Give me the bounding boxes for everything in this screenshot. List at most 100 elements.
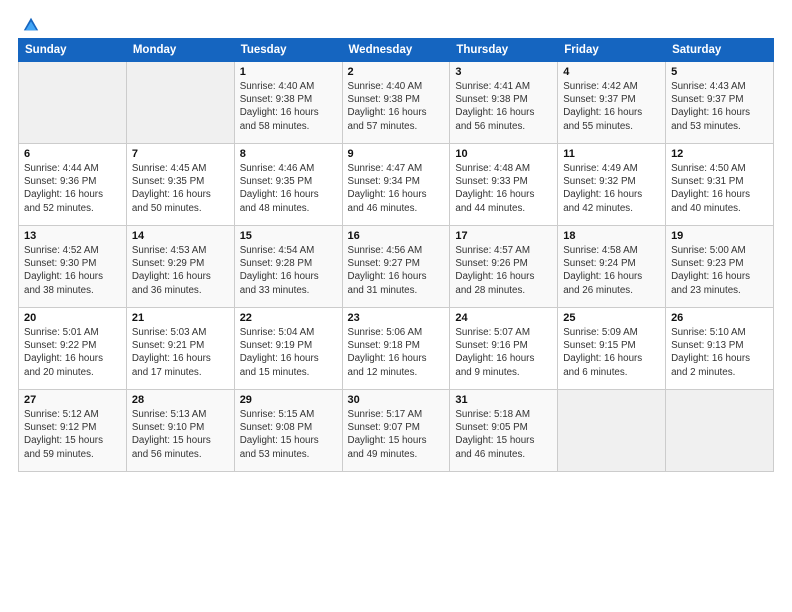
day-number: 8: [240, 148, 337, 160]
day-number: 27: [24, 394, 121, 406]
calendar-cell: 3 Sunrise: 4:41 AMSunset: 9:38 PMDaylight…: [450, 62, 558, 144]
day-number: 19: [671, 230, 768, 242]
calendar-cell: 18Sunrise: 4:58 AMSunset: 9:24 PMDayligh…: [558, 226, 666, 308]
day-detail: Sunrise: 5:15 AMSunset: 9:08 PMDaylight:…: [240, 408, 337, 461]
calendar-cell: 5Sunrise: 4:43 AMSunset: 9:37 PMDaylight…: [666, 62, 774, 144]
day-detail: Sunrise: 5:06 AMSunset: 9:18 PMDaylight:…: [348, 326, 445, 379]
page-header: [18, 16, 774, 30]
calendar-cell: 12Sunrise: 4:50 AMSunset: 9:31 PMDayligh…: [666, 144, 774, 226]
calendar-cell: 28 Sunrise: 5:13 AMSunset: 9:10 PMDayligh…: [126, 390, 234, 472]
day-detail: Sunrise: 4:48 AMSunset: 9:33 PMDaylight:…: [455, 162, 552, 215]
calendar-cell: 7 Sunrise: 4:45 AMSunset: 9:35 PMDaylight…: [126, 144, 234, 226]
day-detail: Sunrise: 4:57 AMSunset: 9:26 PMDaylight:…: [455, 244, 552, 297]
day-detail: Sunrise: 4:58 AMSunset: 9:24 PMDaylight:…: [563, 244, 660, 297]
day-number: 12: [671, 148, 768, 160]
calendar-cell: 1 Sunrise: 4:40 AMSunset: 9:38 PMDaylight…: [234, 62, 342, 144]
day-number: 28: [132, 394, 229, 406]
day-number: 14: [132, 230, 229, 242]
day-detail: Sunrise: 4:41 AMSunset: 9:38 PMDaylight:…: [455, 80, 552, 133]
day-detail: Sunrise: 5:00 AMSunset: 9:23 PMDaylight:…: [671, 244, 768, 297]
calendar-cell: [126, 62, 234, 144]
calendar-week-3: 13 Sunrise: 4:52 AMSunset: 9:30 PMDayligh…: [19, 226, 774, 308]
calendar-cell: 17Sunrise: 4:57 AMSunset: 9:26 PMDayligh…: [450, 226, 558, 308]
day-detail: Sunrise: 5:09 AMSunset: 9:15 PMDaylight:…: [563, 326, 660, 379]
day-header-wednesday: Wednesday: [342, 39, 450, 62]
day-header-saturday: Saturday: [666, 39, 774, 62]
calendar-week-1: 1 Sunrise: 4:40 AMSunset: 9:38 PMDaylight…: [19, 62, 774, 144]
day-number: 4: [563, 66, 660, 78]
day-detail: Sunrise: 4:40 AMSunset: 9:38 PMDaylight:…: [240, 80, 337, 133]
calendar-cell: 4Sunrise: 4:42 AMSunset: 9:37 PMDaylight…: [558, 62, 666, 144]
logo: [18, 16, 40, 30]
day-detail: Sunrise: 5:17 AMSunset: 9:07 PMDaylight:…: [348, 408, 445, 461]
day-number: 23: [348, 312, 445, 324]
calendar-cell: 29 Sunrise: 5:15 AMSunset: 9:08 PMDayligh…: [234, 390, 342, 472]
day-number: 31: [455, 394, 552, 406]
calendar-cell: 10 Sunrise: 4:48 AMSunset: 9:33 PMDayligh…: [450, 144, 558, 226]
day-detail: Sunrise: 4:52 AMSunset: 9:30 PMDaylight:…: [24, 244, 121, 297]
day-detail: Sunrise: 5:07 AMSunset: 9:16 PMDaylight:…: [455, 326, 552, 379]
day-detail: Sunrise: 5:18 AMSunset: 9:05 PMDaylight:…: [455, 408, 552, 461]
calendar-cell: 25 Sunrise: 5:09 AMSunset: 9:15 PMDayligh…: [558, 308, 666, 390]
day-detail: Sunrise: 4:49 AMSunset: 9:32 PMDaylight:…: [563, 162, 660, 215]
calendar-cell: 31 Sunrise: 5:18 AMSunset: 9:05 PMDayligh…: [450, 390, 558, 472]
calendar-cell: 13 Sunrise: 4:52 AMSunset: 9:30 PMDayligh…: [19, 226, 127, 308]
day-header-monday: Monday: [126, 39, 234, 62]
day-number: 2: [348, 66, 445, 78]
day-detail: Sunrise: 4:40 AMSunset: 9:38 PMDaylight:…: [348, 80, 445, 133]
day-detail: Sunrise: 5:04 AMSunset: 9:19 PMDaylight:…: [240, 326, 337, 379]
day-detail: Sunrise: 5:13 AMSunset: 9:10 PMDaylight:…: [132, 408, 229, 461]
day-detail: Sunrise: 4:54 AMSunset: 9:28 PMDaylight:…: [240, 244, 337, 297]
day-number: 20: [24, 312, 121, 324]
day-number: 29: [240, 394, 337, 406]
day-number: 13: [24, 230, 121, 242]
day-number: 30: [348, 394, 445, 406]
day-number: 9: [348, 148, 445, 160]
day-header-thursday: Thursday: [450, 39, 558, 62]
day-detail: Sunrise: 5:10 AMSunset: 9:13 PMDaylight:…: [671, 326, 768, 379]
day-number: 21: [132, 312, 229, 324]
day-header-friday: Friday: [558, 39, 666, 62]
day-number: 22: [240, 312, 337, 324]
day-detail: Sunrise: 4:56 AMSunset: 9:27 PMDaylight:…: [348, 244, 445, 297]
calendar-week-2: 6Sunrise: 4:44 AMSunset: 9:36 PMDaylight…: [19, 144, 774, 226]
day-number: 16: [348, 230, 445, 242]
calendar-cell: 19 Sunrise: 5:00 AMSunset: 9:23 PMDayligh…: [666, 226, 774, 308]
calendar-cell: 9 Sunrise: 4:47 AMSunset: 9:34 PMDaylight…: [342, 144, 450, 226]
calendar-cell: 16 Sunrise: 4:56 AMSunset: 9:27 PMDayligh…: [342, 226, 450, 308]
calendar-cell: [666, 390, 774, 472]
logo-icon: [22, 16, 40, 34]
day-number: 24: [455, 312, 552, 324]
day-detail: Sunrise: 4:46 AMSunset: 9:35 PMDaylight:…: [240, 162, 337, 215]
calendar-cell: 15 Sunrise: 4:54 AMSunset: 9:28 PMDayligh…: [234, 226, 342, 308]
day-detail: Sunrise: 4:53 AMSunset: 9:29 PMDaylight:…: [132, 244, 229, 297]
day-number: 10: [455, 148, 552, 160]
calendar-cell: 21 Sunrise: 5:03 AMSunset: 9:21 PMDayligh…: [126, 308, 234, 390]
calendar-cell: 11 Sunrise: 4:49 AMSunset: 9:32 PMDayligh…: [558, 144, 666, 226]
calendar-body: 1 Sunrise: 4:40 AMSunset: 9:38 PMDaylight…: [19, 62, 774, 472]
calendar-week-4: 20 Sunrise: 5:01 AMSunset: 9:22 PMDayligh…: [19, 308, 774, 390]
day-number: 7: [132, 148, 229, 160]
day-detail: Sunrise: 5:03 AMSunset: 9:21 PMDaylight:…: [132, 326, 229, 379]
day-detail: Sunrise: 5:01 AMSunset: 9:22 PMDaylight:…: [24, 326, 121, 379]
calendar-cell: 26 Sunrise: 5:10 AMSunset: 9:13 PMDayligh…: [666, 308, 774, 390]
calendar-cell: 27 Sunrise: 5:12 AMSunset: 9:12 PMDayligh…: [19, 390, 127, 472]
calendar-cell: 2 Sunrise: 4:40 AMSunset: 9:38 PMDaylight…: [342, 62, 450, 144]
day-header-tuesday: Tuesday: [234, 39, 342, 62]
calendar-cell: 24 Sunrise: 5:07 AMSunset: 9:16 PMDayligh…: [450, 308, 558, 390]
day-number: 3: [455, 66, 552, 78]
day-detail: Sunrise: 4:45 AMSunset: 9:35 PMDaylight:…: [132, 162, 229, 215]
calendar-table: SundayMondayTuesdayWednesdayThursdayFrid…: [18, 38, 774, 472]
day-number: 15: [240, 230, 337, 242]
day-number: 6: [24, 148, 121, 160]
day-number: 25: [563, 312, 660, 324]
calendar-cell: [19, 62, 127, 144]
day-detail: Sunrise: 4:47 AMSunset: 9:34 PMDaylight:…: [348, 162, 445, 215]
day-detail: Sunrise: 5:12 AMSunset: 9:12 PMDaylight:…: [24, 408, 121, 461]
day-number: 26: [671, 312, 768, 324]
calendar-cell: 14 Sunrise: 4:53 AMSunset: 9:29 PMDayligh…: [126, 226, 234, 308]
day-detail: Sunrise: 4:43 AMSunset: 9:37 PMDaylight:…: [671, 80, 768, 133]
day-number: 11: [563, 148, 660, 160]
day-number: 1: [240, 66, 337, 78]
day-header-sunday: Sunday: [19, 39, 127, 62]
